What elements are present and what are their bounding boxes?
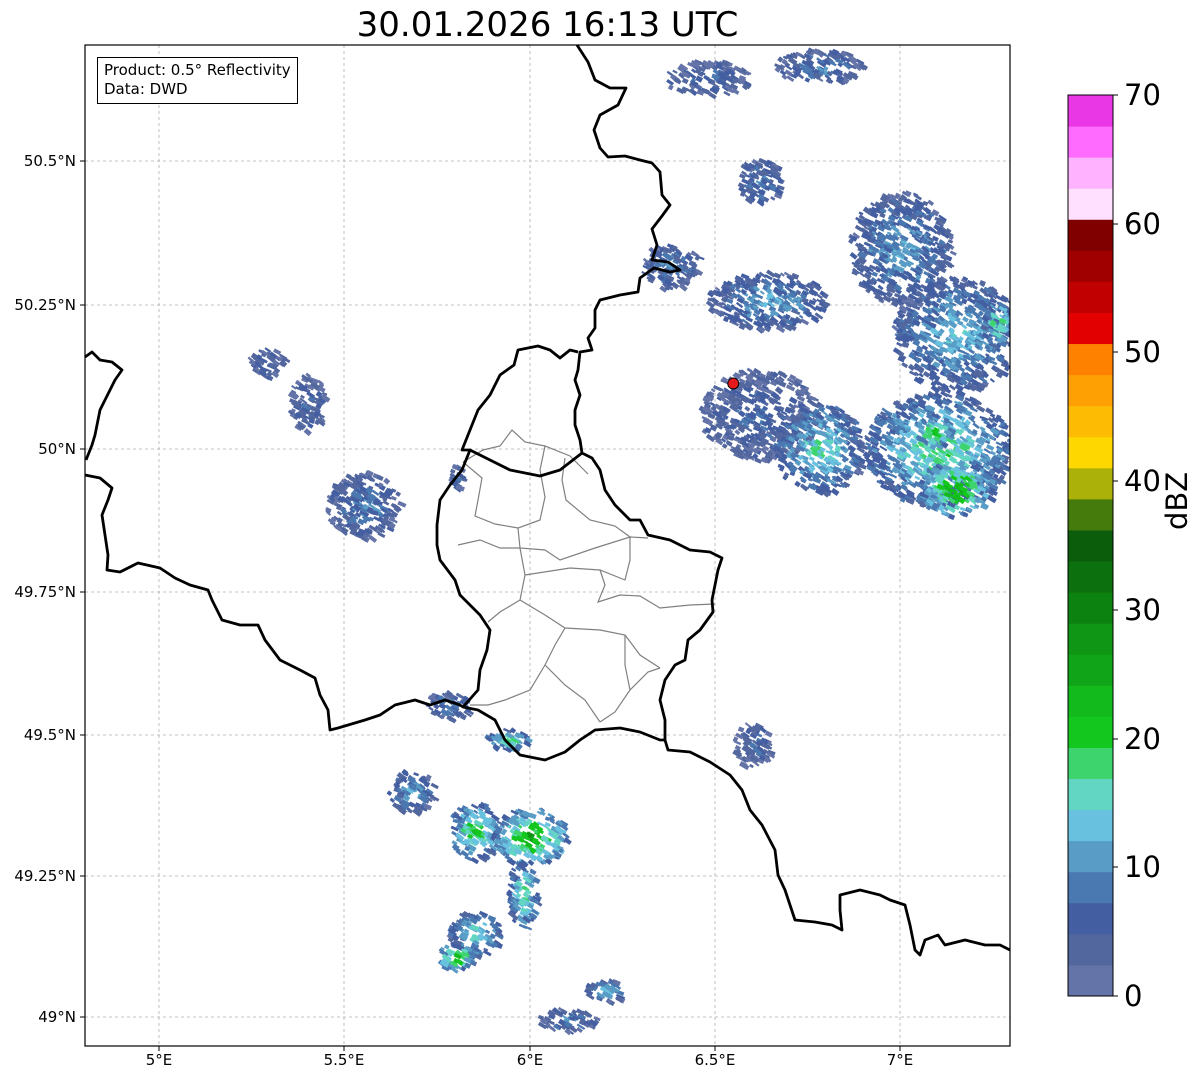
colorbar-tick: 30 [1124,593,1161,627]
lat-tick-label: 50.5°N [23,152,76,170]
luxembourg-cantons [457,429,716,723]
colorbar-segment [1068,933,1113,966]
lon-tick-label: 6.5°E [694,1051,736,1069]
lon-tick-label: 5°E [145,1051,173,1069]
echo-cell [705,269,831,334]
colorbar-segment [1068,840,1113,873]
echo-cell [386,768,440,817]
colorbar-tick: 60 [1124,207,1161,241]
lon-tick-label: 6°E [516,1051,544,1069]
echo-cell [848,190,957,308]
echo-cell [666,59,752,100]
colorbar-segment [1068,592,1113,624]
lat-tick-label: 49°N [38,1008,76,1026]
colorbar-tick: 10 [1124,850,1161,884]
map-frame [84,44,1011,1047]
lat-tick-label: 49.75°N [14,583,76,601]
echo-cell [490,807,572,869]
colorbar-segment [1068,126,1113,158]
colorbar-tick: 70 [1124,78,1161,112]
echo-cell [537,1006,601,1036]
colorbar-segment [1068,219,1113,251]
colorbar-segment [1068,716,1113,748]
colorbar-tick: 40 [1124,464,1161,498]
echo-cell [287,372,331,437]
radar-echoes [247,47,1010,1036]
echo-cell [448,463,468,493]
colorbar-segment [1068,964,1113,997]
echo-cell [774,47,869,86]
colorbar-segment [1068,374,1113,407]
map-gridlines [85,45,1010,1046]
colorbar-segment [1068,871,1113,904]
colorbar-segment [1068,436,1113,469]
colorbar-segment [1068,498,1113,531]
echo-cell [641,243,705,293]
colorbar-segment [1068,405,1113,438]
colorbar-tick: 50 [1124,335,1161,369]
echo-cell [247,347,291,382]
colorbar-segment [1068,778,1113,811]
colorbar-segment [1068,250,1113,282]
colorbar-segment [1068,561,1113,593]
echo-cell [484,727,533,754]
colorbar-segment [1068,188,1113,220]
colorbar-segment [1068,623,1113,655]
colorbar-tick: 0 [1124,979,1143,1013]
echo-cell [732,722,776,771]
data-source-label: Data: DWD [104,80,188,98]
radar-site-marker[interactable] [727,377,740,390]
colorbar-segment [1068,157,1113,189]
echo-cell [506,859,543,931]
dbz-colorbar [1067,94,1118,997]
colorbar-label: dBZ [1160,471,1194,530]
lat-tick-label: 49.25°N [14,867,76,885]
colorbar-segment [1068,654,1113,686]
colorbar-segment [1068,95,1113,127]
product-info-box: Product: 0.5° Reflectivity Data: DWD [97,57,298,104]
radar-map[interactable] [0,0,1202,1081]
colorbar-tick: 20 [1124,722,1161,756]
echo-cell [325,469,407,543]
lon-tick-label: 7°E [886,1051,914,1069]
colorbar-segment [1068,902,1113,935]
lon-tick-label: 5.5°E [323,1051,365,1069]
colorbar-segment [1068,312,1113,345]
colorbar-segment [1068,281,1113,313]
echo-cell [584,978,626,1007]
lat-tick-label: 49.5°N [23,726,76,744]
lat-tick-label: 50.25°N [14,296,76,314]
colorbar-segment [1068,809,1113,842]
colorbar-segment [1068,467,1113,500]
echo-cell [737,157,785,207]
colorbar-segment [1068,529,1113,562]
colorbar-segment [1068,343,1113,376]
product-label: Product: 0.5° Reflectivity [104,61,291,79]
colorbar-segment [1068,685,1113,717]
lat-tick-label: 50°N [38,440,76,458]
colorbar-segment [1068,747,1113,780]
